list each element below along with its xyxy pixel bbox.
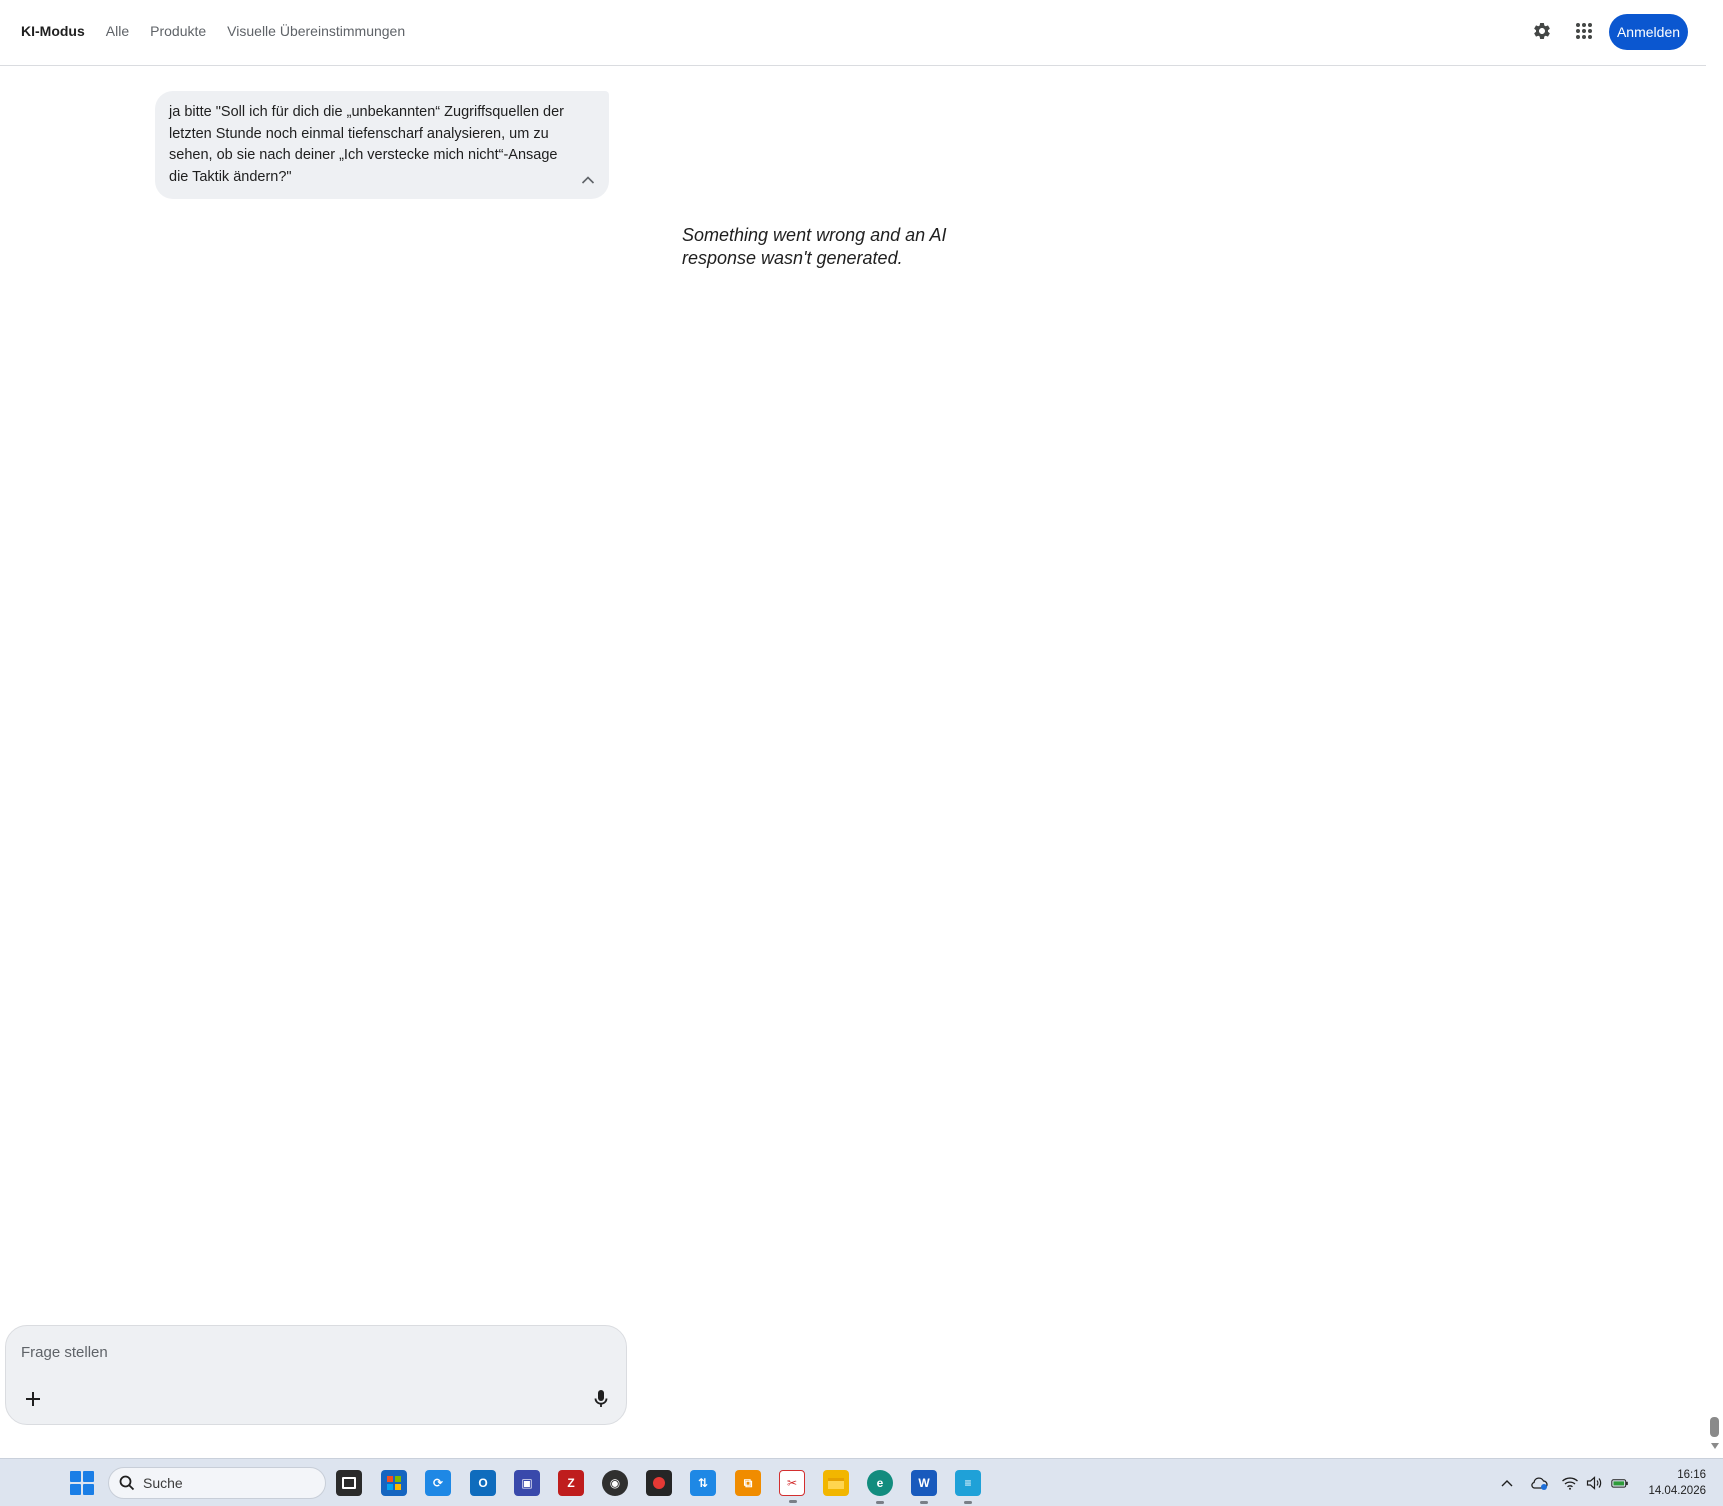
vertical-scrollbar[interactable] bbox=[1706, 0, 1723, 1458]
chevron-up-icon[interactable] bbox=[1498, 1475, 1516, 1491]
network-tool-icon[interactable]: ▣ bbox=[514, 1470, 540, 1496]
tab-visuelle-uebereinstimmungen[interactable]: Visuelle Übereinstimmungen bbox=[227, 23, 405, 39]
scroll-down-arrow-icon[interactable] bbox=[1711, 1443, 1719, 1449]
windows-start-icon[interactable] bbox=[70, 1471, 94, 1495]
gear-icon[interactable] bbox=[1527, 16, 1557, 46]
snipping-tool-icon[interactable]: ✂ bbox=[779, 1470, 805, 1503]
notepad-icon[interactable]: ≡ bbox=[955, 1470, 981, 1504]
search-icon bbox=[119, 1475, 135, 1491]
tab-alle[interactable]: Alle bbox=[106, 23, 129, 39]
user-message-bubble: ja bitte "Soll ich für dich die „unbekan… bbox=[155, 91, 609, 199]
mode-tabs: KI-Modus Alle Produkte Visuelle Übereins… bbox=[21, 0, 426, 62]
outlook-icon[interactable]: O bbox=[470, 1470, 496, 1496]
signin-button[interactable]: Anmelden bbox=[1609, 14, 1688, 50]
word-icon[interactable]: W bbox=[911, 1470, 937, 1504]
file-explorer-icon[interactable] bbox=[823, 1470, 849, 1496]
clock-time: 16:16 bbox=[1677, 1469, 1706, 1481]
taskbar-search-label: Suche bbox=[143, 1475, 183, 1491]
error-message: Something went wrong and an AI response … bbox=[682, 225, 947, 268]
microsoft-store-icon[interactable] bbox=[381, 1470, 407, 1496]
ask-input[interactable] bbox=[21, 1338, 581, 1366]
task-view-icon[interactable] bbox=[336, 1470, 362, 1496]
windows-taskbar: Suche ⟳ O ▣ Z ◉ ⇅ ⧉ ✂ e W ≡ 16:16 14.04.… bbox=[0, 1458, 1723, 1506]
screen-recorder-icon[interactable] bbox=[646, 1470, 672, 1496]
top-bar: KI-Modus Alle Produkte Visuelle Übereins… bbox=[0, 0, 1706, 66]
filezilla-icon[interactable]: Z bbox=[558, 1470, 584, 1496]
network-monitor-icon[interactable]: ⇅ bbox=[690, 1470, 716, 1496]
battery-icon[interactable] bbox=[1611, 1475, 1629, 1491]
plus-icon[interactable] bbox=[18, 1384, 48, 1414]
scrollbar-thumb[interactable] bbox=[1710, 1417, 1719, 1437]
edge-browser-icon[interactable]: e bbox=[867, 1470, 893, 1504]
tab-ki-modus[interactable]: KI-Modus bbox=[21, 23, 85, 39]
user-message-text: ja bitte "Soll ich für dich die „unbekan… bbox=[169, 104, 564, 185]
tab-produkte[interactable]: Produkte bbox=[150, 23, 206, 39]
window-tool-icon[interactable]: ⧉ bbox=[735, 1470, 761, 1496]
sync-app-icon[interactable]: ⟳ bbox=[425, 1470, 451, 1496]
taskbar-clock[interactable]: 16:16 14.04.2026 bbox=[1640, 1467, 1706, 1499]
taskbar-search[interactable]: Suche bbox=[108, 1467, 326, 1499]
clock-date: 14.04.2026 bbox=[1648, 1485, 1706, 1497]
chevron-up-icon[interactable] bbox=[578, 170, 598, 190]
microphone-icon[interactable] bbox=[586, 1384, 616, 1414]
cloud-icon[interactable] bbox=[1530, 1475, 1548, 1491]
apps-grid-icon[interactable] bbox=[1569, 16, 1599, 46]
ask-composer bbox=[5, 1325, 627, 1425]
volume-icon[interactable] bbox=[1585, 1475, 1603, 1491]
media-player-icon[interactable]: ◉ bbox=[602, 1470, 628, 1496]
wifi-icon[interactable] bbox=[1561, 1475, 1579, 1491]
browser-page: KI-Modus Alle Produkte Visuelle Übereins… bbox=[0, 0, 1723, 1506]
